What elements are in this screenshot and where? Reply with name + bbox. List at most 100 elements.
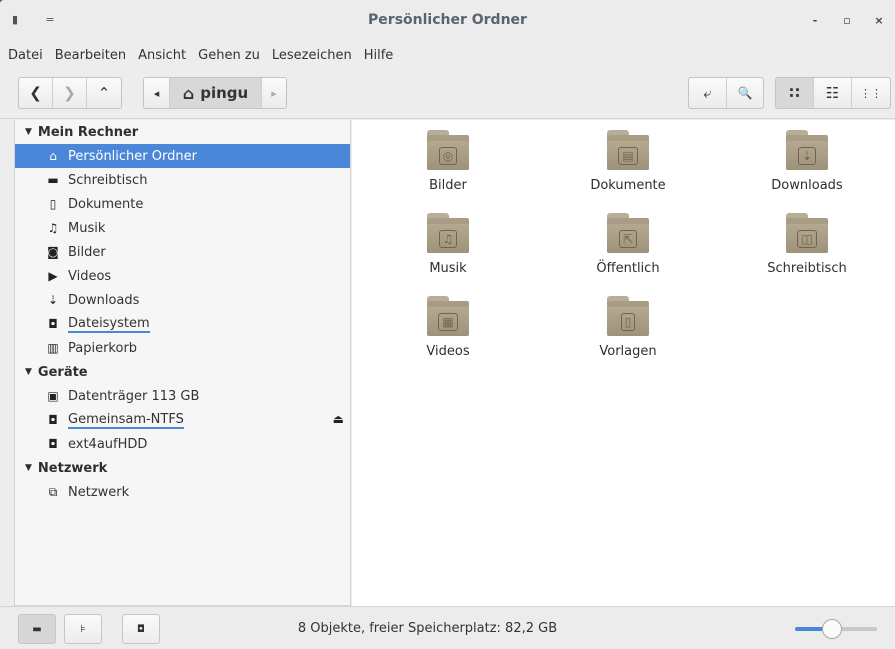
sidebar-item-videos[interactable]: ▶ Videos (15, 264, 350, 288)
expand-arrow-icon: ▼ (25, 463, 32, 473)
grid-view-icon: ∷ (789, 84, 800, 102)
menu-hilfe[interactable]: Hilfe (358, 48, 400, 63)
path-home-button[interactable]: ⌂ pingu (170, 78, 262, 108)
menu-ansicht[interactable]: Ansicht (132, 48, 192, 63)
folder-item-schreibtisch[interactable]: ◫ Schreibtisch (722, 213, 892, 276)
public-folder-icon: ⇱ (607, 213, 649, 253)
folder-emblem: ⇣ (797, 146, 817, 165)
forward-icon: ❯ (63, 84, 76, 102)
window-title: Persönlicher Ordner (368, 12, 527, 28)
expand-arrow-icon: ▼ (25, 127, 32, 137)
sidebar: ▼ Mein Rechner ⌂ Persönlicher Ordner ▬ S… (14, 120, 351, 606)
folder-item-videos[interactable]: ▦ Videos (363, 296, 533, 359)
sidebar-item-schreibtisch[interactable]: ▬ Schreibtisch (15, 168, 350, 192)
view-icons-button[interactable]: ∷ (776, 78, 814, 108)
sidebar-item-label: ext4aufHDD (68, 436, 148, 452)
sidebar-item-bilder[interactable]: ◙ Bilder (15, 240, 350, 264)
folder-item-bilder[interactable]: ◎ Bilder (363, 130, 533, 193)
sidebar-item-label: Bilder (68, 244, 106, 260)
view-mode-buttons: ∷ ☷ ⋮⋮ (775, 77, 891, 109)
chevron-left-icon: ◂ (153, 86, 160, 100)
section-label: Netzwerk (37, 460, 108, 476)
camera-icon: ◙ (47, 245, 59, 259)
search-button[interactable]: 🔍 (727, 78, 763, 108)
sidebar-item-label: Datenträger 113 GB (68, 388, 200, 404)
folder-emblem: ▤ (618, 146, 638, 165)
view-compact-button[interactable]: ☷ (814, 78, 852, 108)
sidebar-item-gemeinsam-ntfs[interactable]: ◘ Gemeinsam-NTFS ⏏ (15, 408, 350, 432)
titlebar[interactable]: ▮ = Persönlicher Ordner - ▫ × (0, 0, 895, 41)
folder-emblem: ♫ (438, 229, 458, 248)
disk-icon: ▣ (47, 389, 59, 403)
sidebar-section-mein-rechner[interactable]: ▼ Mein Rechner (15, 120, 350, 144)
folder-item-vorlagen[interactable]: ▯ Vorlagen (543, 296, 713, 359)
folder-label: Videos (426, 344, 470, 359)
navigation-buttons: ❮ ❯ ⌃ (18, 77, 122, 109)
terminal-icon: ⤶ (703, 84, 712, 102)
sidebar-item-label: Papierkorb (68, 340, 138, 356)
sidebar-item-persoenlicher-ordner[interactable]: ⌂ Persönlicher Ordner (15, 144, 350, 168)
network-icon: ⧉ (48, 484, 58, 499)
music-folder-icon: ♫ (427, 213, 469, 253)
chevron-right-icon: ▸ (271, 86, 277, 100)
file-view[interactable]: ◎ Bilder ▤ Dokumente ⇣ Downloads ♫ Musik… (352, 120, 895, 606)
sidebar-item-label: Downloads (68, 292, 140, 308)
menu-lesezeichen[interactable]: Lesezeichen (266, 48, 358, 63)
sidebar-item-musik[interactable]: ♫ Musik (15, 216, 350, 240)
documents-folder-icon: ▤ (607, 130, 649, 170)
sidebar-item-ext4aufhdd[interactable]: ◘ ext4aufHDD (15, 432, 350, 456)
folder-item-musik[interactable]: ♫ Musik (363, 213, 533, 276)
templates-folder-icon: ▯ (607, 296, 649, 336)
eject-icon[interactable]: ⏏ (333, 412, 344, 426)
menu-datei[interactable]: Datei (2, 48, 49, 63)
forward-button[interactable]: ❯ (53, 78, 87, 108)
sidebar-item-dateisystem[interactable]: ◘ Dateisystem (15, 312, 350, 336)
sidebar-section-netzwerk[interactable]: ▼ Netzwerk (15, 456, 350, 480)
sidebar-section-geraete[interactable]: ▼ Geräte (15, 360, 350, 384)
folder-label: Schreibtisch (767, 261, 847, 276)
close-button[interactable]: × (863, 13, 895, 29)
sidebar-item-papierkorb[interactable]: ▥ Papierkorb (15, 336, 350, 360)
folder-item-oeffentlich[interactable]: ⇱ Öffentlich (543, 213, 713, 276)
search-icon: 🔍 (737, 86, 753, 100)
sidebar-item-label: Persönlicher Ordner (68, 148, 197, 164)
home-icon: ⌂ (49, 149, 57, 163)
path-scroll-left-button[interactable]: ◂ (144, 78, 170, 108)
folder-emblem: ▦ (438, 312, 458, 331)
section-label: Mein Rechner (37, 124, 139, 140)
path-scroll-right-button[interactable]: ▸ (262, 78, 286, 108)
desktop-folder-icon: ▬ (47, 173, 59, 187)
status-text: 8 Objekte, freier Speicherplatz: 82,2 GB (297, 621, 558, 636)
action-buttons: ⤶ 🔍 (688, 77, 764, 109)
compact-view-icon: ☷ (825, 84, 840, 102)
zoom-slider-handle[interactable] (821, 619, 842, 639)
sidebar-item-label: Dokumente (68, 196, 144, 212)
sidebar-item-dokumente[interactable]: ▯ Dokumente (15, 192, 350, 216)
drive-icon: ◘ (48, 437, 58, 451)
maximize-button[interactable]: ▫ (831, 13, 863, 29)
menu-gehen-zu[interactable]: Gehen zu (192, 48, 266, 63)
view-list-button[interactable]: ⋮⋮ (852, 78, 890, 108)
trash-icon: ▥ (47, 341, 59, 355)
drive-icon: ◘ (48, 413, 58, 427)
folder-emblem: ◫ (797, 229, 817, 248)
expand-arrow-icon: ▼ (25, 367, 32, 377)
minimize-button[interactable]: - (799, 13, 831, 29)
open-terminal-button[interactable]: ⤶ (689, 78, 727, 108)
menu-bearbeiten[interactable]: Bearbeiten (49, 48, 132, 63)
path-home-label: pingu (200, 84, 249, 102)
folder-item-downloads[interactable]: ⇣ Downloads (722, 130, 892, 193)
sidebar-item-netzwerk[interactable]: ⧉ Netzwerk (15, 480, 350, 504)
path-bar: ◂ ⌂ pingu ▸ (143, 77, 287, 109)
folder-label: Dokumente (590, 178, 666, 193)
section-label: Geräte (37, 364, 88, 380)
sidebar-item-downloads[interactable]: ⇣ Downloads (15, 288, 350, 312)
up-button[interactable]: ⌃ (87, 78, 121, 108)
sidebar-item-label: Netzwerk (68, 484, 130, 500)
back-button[interactable]: ❮ (19, 78, 53, 108)
folder-emblem: ▯ (620, 312, 636, 331)
window-controls: - ▫ × (799, 13, 895, 29)
zoom-slider[interactable] (795, 619, 877, 639)
sidebar-item-datentraeger[interactable]: ▣ Datenträger 113 GB (15, 384, 350, 408)
folder-item-dokumente[interactable]: ▤ Dokumente (543, 130, 713, 193)
